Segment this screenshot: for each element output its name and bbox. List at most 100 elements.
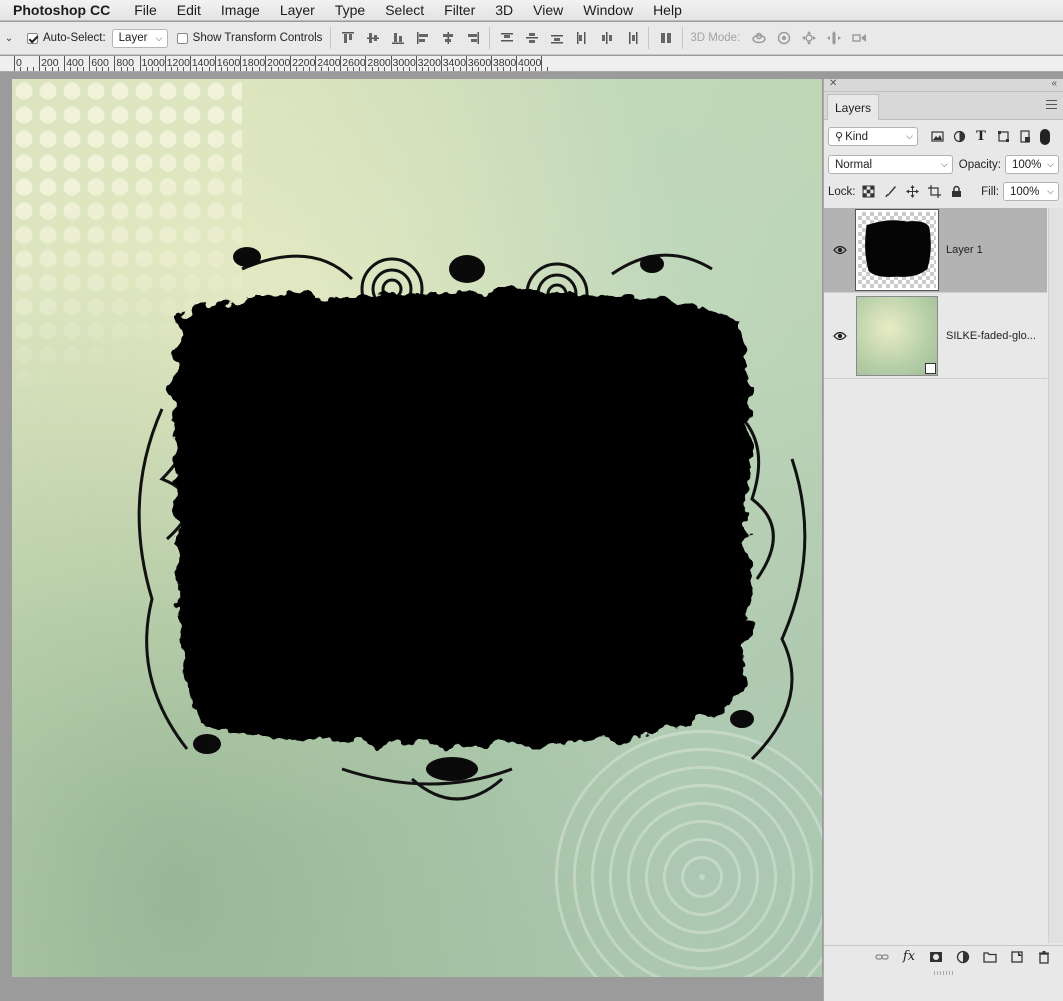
ruler-label: 2000 <box>267 57 291 69</box>
panel-resize-grip[interactable] <box>934 971 954 975</box>
ruler-label: 2400 <box>317 57 341 69</box>
3d-pan-icon[interactable] <box>796 27 821 49</box>
lock-all-icon[interactable] <box>946 185 968 198</box>
distribute-vertical-centers-icon[interactable] <box>519 27 544 49</box>
ruler-label: 2800 <box>367 57 391 69</box>
blend-mode-row: Normal ⌵ Opacity: 100% ⌵ <box>828 155 1059 174</box>
new-adjustment-layer-icon[interactable] <box>954 948 972 966</box>
app-menu[interactable]: Photoshop CC <box>0 2 124 18</box>
align-left-edges-icon[interactable] <box>410 27 435 49</box>
3d-mode-label: 3D Mode: <box>690 32 741 44</box>
fx-layer-style-icon[interactable]: fx <box>900 948 918 966</box>
collapse-panel-icon[interactable]: « <box>1051 78 1057 89</box>
divider <box>648 27 650 49</box>
align-right-edges-icon[interactable] <box>460 27 485 49</box>
menu-layer[interactable]: Layer <box>270 2 325 18</box>
distribute-top-edges-icon[interactable] <box>494 27 519 49</box>
delete-layer-trash-icon[interactable] <box>1035 948 1053 966</box>
layer-row-layer-1[interactable]: Layer 1 <box>824 208 1047 293</box>
distribute-right-edges-icon[interactable] <box>619 27 644 49</box>
lock-row: Lock: Fill: 100% ⌵ <box>828 182 1059 201</box>
menu-select[interactable]: Select <box>375 2 434 18</box>
layer-thumbnail[interactable] <box>855 209 939 291</box>
ruler-tick <box>114 56 116 71</box>
lock-artboard-icon[interactable] <box>924 185 946 198</box>
filter-kind-dropdown[interactable]: ⚲ Kind ⌵ <box>828 127 918 146</box>
distribute-horizontal-centers-icon[interactable] <box>594 27 619 49</box>
tab-layers[interactable]: Layers <box>827 94 880 120</box>
shape-layer-filter-icon[interactable] <box>992 130 1014 143</box>
menu-image[interactable]: Image <box>211 2 270 18</box>
ruler-label: 800 <box>116 57 134 69</box>
layer-name[interactable]: Layer 1 <box>946 244 983 256</box>
filter-toggle-icon[interactable] <box>1040 128 1050 145</box>
align-top-edges-icon[interactable] <box>335 27 360 49</box>
adjustment-layer-filter-icon[interactable] <box>948 130 970 143</box>
auto-select-checkbox[interactable] <box>27 32 38 44</box>
3d-slide-icon[interactable] <box>821 27 846 49</box>
ruler-label: 4000 <box>518 57 542 69</box>
layer-thumbnail[interactable] <box>856 296 938 376</box>
close-panel-icon[interactable]: ✕ <box>829 78 837 89</box>
auto-align-layers-icon[interactable] <box>653 27 678 49</box>
menu-view[interactable]: View <box>523 2 573 18</box>
ruler-label: 1400 <box>191 57 216 69</box>
pixel-layer-filter-icon[interactable] <box>926 130 948 143</box>
blend-mode-dropdown[interactable]: Normal ⌵ <box>828 155 953 174</box>
ruler-label: 2600 <box>342 57 366 69</box>
menu-file[interactable]: File <box>124 2 167 18</box>
auto-select-label: Auto-Select: <box>43 32 106 44</box>
show-transform-controls-checkbox[interactable] <box>176 32 188 44</box>
tool-preset-chevron-icon[interactable]: ⌄ <box>0 33 18 44</box>
blend-mode-value: Normal <box>835 158 873 171</box>
ruler-label: 1800 <box>241 57 266 69</box>
smart-object-filter-icon[interactable] <box>1014 130 1036 143</box>
tab-layers-label: Layers <box>835 100 872 115</box>
3d-roll-icon[interactable] <box>771 27 796 49</box>
ruler-label: 200 <box>41 57 59 69</box>
ruler-label: 3200 <box>417 57 441 69</box>
ruler-label: 400 <box>66 57 84 69</box>
3d-orbit-icon[interactable] <box>746 27 771 49</box>
align-vertical-centers-icon[interactable] <box>360 27 385 49</box>
chevron-down-icon: ⌵ <box>155 32 163 43</box>
new-group-folder-icon[interactable] <box>981 948 999 966</box>
new-layer-icon[interactable] <box>1008 948 1026 966</box>
menu-3d[interactable]: 3D <box>485 2 523 18</box>
layer-filter-row: ⚲ Kind ⌵ T <box>828 127 1059 146</box>
3d-scale-icon[interactable] <box>846 27 871 49</box>
fill-input[interactable]: 100% ⌵ <box>1003 182 1059 201</box>
layer-visibility-eye-icon[interactable] <box>824 331 856 341</box>
show-transform-controls-label: Show Transform Controls <box>192 32 323 44</box>
fill-value: 100% <box>1010 185 1040 198</box>
menu-type[interactable]: Type <box>325 2 375 18</box>
layer-name[interactable]: SILKE-faded-glo... <box>946 330 1036 342</box>
auto-select-dropdown[interactable]: Layer ⌵ <box>111 28 168 48</box>
menu-filter[interactable]: Filter <box>434 2 485 18</box>
menu-edit[interactable]: Edit <box>167 2 211 18</box>
type-layer-filter-icon[interactable]: T <box>970 129 992 144</box>
opacity-input[interactable]: 100% ⌵ <box>1004 155 1059 174</box>
layer-visibility-eye-icon[interactable] <box>824 245 856 255</box>
distribute-left-edges-icon[interactable] <box>569 27 594 49</box>
ruler-label: 1200 <box>166 57 190 69</box>
lock-position-icon[interactable] <box>902 185 924 198</box>
horizontal-ruler[interactable]: 0 200 400 600 800 1000 1200 1400 1600 1800 2000 220… <box>0 56 1063 72</box>
add-layer-mask-icon[interactable] <box>927 948 945 966</box>
options-bar: ⌄ Auto-Select: Layer ⌵ Show Transform Co… <box>0 22 1063 55</box>
link-layers-icon[interactable] <box>873 948 891 966</box>
panel-menu-icon[interactable] <box>1046 100 1057 109</box>
opacity-label: Opacity: <box>958 158 1001 171</box>
lock-image-pixels-icon[interactable] <box>880 185 902 198</box>
layer-row-background[interactable]: SILKE-faded-glo... <box>824 294 1047 379</box>
align-horizontal-centers-icon[interactable] <box>435 27 460 49</box>
menu-help[interactable]: Help <box>643 2 692 18</box>
chevron-down-icon: ⌵ <box>940 159 948 169</box>
align-bottom-edges-icon[interactable] <box>385 27 410 49</box>
menu-window[interactable]: Window <box>573 2 643 18</box>
lock-transparent-pixels-icon[interactable] <box>858 185 880 198</box>
search-icon: ⚲ <box>835 131 844 143</box>
layers-scrollbar[interactable] <box>1048 208 1063 943</box>
distribute-bottom-edges-icon[interactable] <box>544 27 569 49</box>
document-canvas[interactable] <box>12 79 822 977</box>
